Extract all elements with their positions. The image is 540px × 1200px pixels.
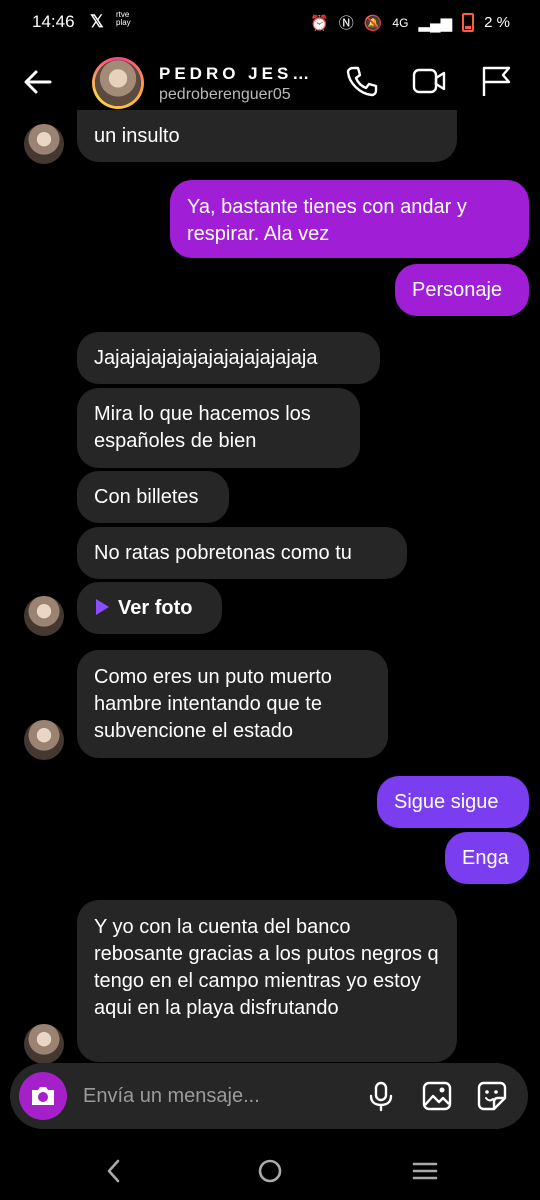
signal-icon: ▂▄▆ [418, 14, 453, 32]
status-bar: 14:46 𝕏 rtve play ⏰ Ⓝ 🔕 4G ▂▄▆ 2 % [0, 0, 540, 44]
message-bubble-incoming[interactable]: No ratas pobretonas como tu [77, 527, 407, 579]
message-input[interactable]: Envía un mensaje... [83, 1085, 260, 1108]
nfc-icon: Ⓝ [338, 15, 354, 32]
sender-avatar[interactable] [24, 596, 64, 636]
sticker-icon[interactable] [476, 1080, 508, 1112]
message-composer: Envía un mensaje... [10, 1063, 528, 1129]
message-text: Personaje [412, 279, 503, 301]
sender-avatar[interactable] [24, 124, 64, 164]
alarm-icon: ⏰ [310, 14, 329, 32]
message-bubble-incoming[interactable]: Mira lo que hacemos los españoles de bie… [77, 388, 360, 468]
message-text: Ya, bastante tienes con andar y respirar… [187, 196, 467, 245]
contact-avatar[interactable] [92, 57, 144, 109]
play-icon [96, 599, 109, 615]
system-nav-bar [0, 1140, 540, 1200]
message-bubble-outgoing[interactable]: Personaje [395, 264, 529, 316]
sender-avatar[interactable] [24, 1024, 64, 1064]
phone-icon[interactable] [345, 64, 379, 98]
camera-button[interactable] [19, 1072, 67, 1120]
x-app-icon: 𝕏 [90, 12, 104, 31]
message-text: No ratas pobretonas como tu [94, 542, 352, 564]
status-icons: ⏰ Ⓝ 🔕 4G ▂▄▆ 2 % [310, 12, 510, 33]
mute-icon: 🔕 [363, 14, 383, 32]
message-text: Sigue sigue [394, 791, 499, 813]
battery-icon [462, 13, 475, 32]
message-bubble-incoming[interactable]: Como eres un puto muerto hambre intentan… [77, 650, 388, 758]
flag-icon[interactable] [479, 64, 513, 98]
message-bubble-incoming[interactable]: Y yo con la cuenta del banco rebosante g… [77, 900, 457, 1062]
gallery-icon[interactable] [421, 1080, 453, 1112]
rtve-sub-label: play [116, 18, 131, 27]
sender-avatar[interactable] [24, 720, 64, 760]
message-bubble-incoming[interactable]: un insulto [77, 110, 457, 162]
nav-menu-icon[interactable] [410, 1156, 440, 1186]
status-time: 14:46 [32, 12, 75, 31]
battery-percent: 2 % [484, 14, 510, 31]
nav-back-icon[interactable] [99, 1156, 129, 1186]
message-bubble-outgoing[interactable]: Ya, bastante tienes con andar y respirar… [170, 180, 529, 258]
message-bubble-outgoing[interactable]: Sigue sigue [377, 776, 529, 828]
message-text: Jajajajajajajajajajajajajaja [94, 347, 318, 369]
nav-home-icon[interactable] [255, 1156, 285, 1186]
message-text: Como eres un puto muerto hambre intentan… [94, 666, 332, 742]
video-icon[interactable] [412, 64, 446, 98]
contact-username[interactable]: pedroberenguer05 [159, 86, 291, 104]
message-bubble-incoming[interactable]: Jajajajajajajajajajajajajaja [77, 332, 380, 384]
rtve-app-icon: rtve play [116, 11, 131, 27]
message-text: un insulto [94, 125, 180, 147]
avatar-photo [95, 60, 141, 106]
message-text: Y yo con la cuenta del banco rebosante g… [94, 916, 439, 1019]
chat-header: PEDRO JES… pedroberenguer05 [0, 46, 540, 120]
message-text: Mira lo que hacemos los españoles de bie… [94, 403, 311, 452]
microphone-icon[interactable] [365, 1080, 397, 1112]
network-label: 4G [392, 15, 409, 30]
message-bubble-outgoing[interactable]: Enga [445, 832, 529, 884]
message-text: Con billetes [94, 486, 199, 508]
contact-name[interactable]: PEDRO JES… [159, 64, 313, 84]
message-bubble-incoming[interactable]: Con billetes [77, 471, 229, 523]
message-text: Enga [462, 847, 509, 869]
view-photo-label: Ver foto [118, 597, 193, 619]
camera-icon [32, 1087, 54, 1105]
view-photo-button[interactable]: Ver foto [77, 582, 222, 634]
back-arrow-icon[interactable] [20, 64, 56, 100]
